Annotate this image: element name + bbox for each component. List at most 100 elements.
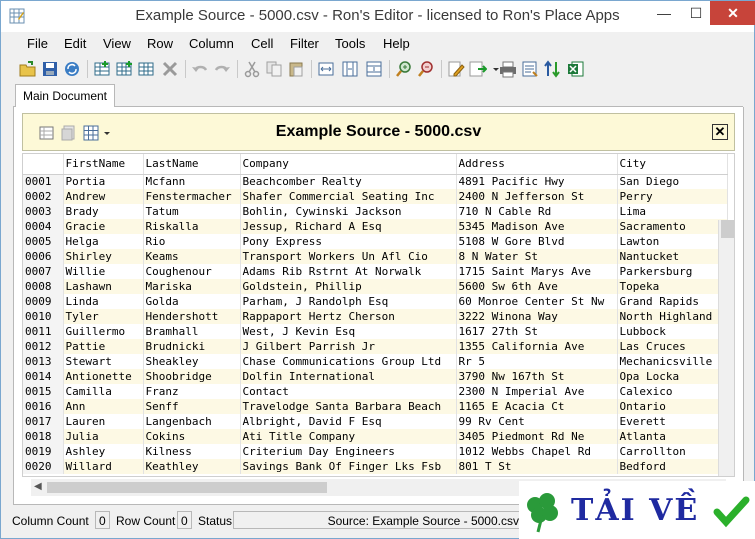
table-cell[interactable]: Antionette	[63, 369, 144, 384]
menu-row[interactable]: Row	[147, 36, 173, 51]
menu-edit[interactable]: Edit	[64, 36, 86, 51]
row-number[interactable]: 0011	[23, 324, 64, 339]
vertical-scrollbar[interactable]	[718, 220, 734, 476]
table-cell[interactable]: Lubbock	[617, 324, 728, 339]
table-cell[interactable]: Shoobridge	[143, 369, 241, 384]
menu-view[interactable]: View	[103, 36, 131, 51]
table-cell[interactable]: 2400 N Jefferson St	[456, 189, 618, 204]
table-cell[interactable]: Everett	[617, 414, 728, 429]
table-cell[interactable]: 5345 Madison Ave	[456, 219, 618, 234]
table-row[interactable]: 0003 Brady Tatum Bohlin, Cywinski Jackson 71…	[23, 204, 728, 219]
fit-rows-icon[interactable]	[365, 60, 383, 78]
table-cell[interactable]: Langenbach	[143, 414, 241, 429]
table-cell[interactable]: Sheakley	[143, 354, 241, 369]
table-cell[interactable]: Kilness	[143, 444, 241, 459]
column-header-city[interactable]: City	[617, 154, 728, 175]
table-cell[interactable]: 710 N Cable Rd	[456, 204, 618, 219]
table-row[interactable]: 0019 Ashley Kilness Criterium Day Engineers…	[23, 444, 728, 459]
table-cell[interactable]: Willie	[63, 264, 144, 279]
save-icon[interactable]	[41, 60, 59, 78]
table-cell[interactable]: Riskalla	[143, 219, 241, 234]
row-number[interactable]: 0017	[23, 414, 64, 429]
table-cell[interactable]: 3405 Piedmont Rd Ne	[456, 429, 618, 444]
table-cell[interactable]: Senff	[143, 399, 241, 414]
table-row[interactable]: 0004 Gracie Riskalla Jessup, Richard A Esq 5…	[23, 219, 728, 234]
fit-width-icon[interactable]	[317, 60, 335, 78]
edit-icon[interactable]	[447, 60, 465, 78]
table-cell[interactable]: San Diego	[617, 174, 728, 189]
table-cell[interactable]: Guillermo	[63, 324, 144, 339]
row-number[interactable]: 0014	[23, 369, 64, 384]
menu-column[interactable]: Column	[189, 36, 234, 51]
table-cell[interactable]: Tatum	[143, 204, 241, 219]
table-cell[interactable]: Brady	[63, 204, 144, 219]
table-cell[interactable]: 4891 Pacific Hwy	[456, 174, 618, 189]
row-number[interactable]: 0001	[23, 174, 64, 189]
table-cell[interactable]: 60 Monroe Center St Nw	[456, 294, 618, 309]
table-cell[interactable]: Grand Rapids	[617, 294, 728, 309]
insert-row-icon[interactable]	[93, 60, 111, 78]
menu-cell[interactable]: Cell	[251, 36, 273, 51]
table-cell[interactable]: Mcfann	[143, 174, 241, 189]
table-cell[interactable]: Parham, J Randolph Esq	[240, 294, 457, 309]
table-cell[interactable]: Ashley	[63, 444, 144, 459]
table-row[interactable]: 0009 Linda Golda Parham, J Randolph Esq 60 M…	[23, 294, 728, 309]
table-row[interactable]: 0011 Guillermo Bramhall West, J Kevin Esq 16…	[23, 324, 728, 339]
row-number[interactable]: 0010	[23, 309, 64, 324]
table-row[interactable]: 0018 Julia Cokins Ati Title Company 3405 Pie…	[23, 429, 728, 444]
row-number[interactable]: 0008	[23, 279, 64, 294]
table-cell[interactable]: Lauren	[63, 414, 144, 429]
row-number[interactable]: 0007	[23, 264, 64, 279]
export-icon[interactable]	[469, 60, 487, 78]
table-cell[interactable]: Portia	[63, 174, 144, 189]
delete-icon[interactable]	[161, 60, 179, 78]
table-cell[interactable]: Willard	[63, 459, 144, 474]
refresh-icon[interactable]	[63, 60, 81, 78]
table-cell[interactable]: 8 N Water St	[456, 249, 618, 264]
row-number[interactable]: 0013	[23, 354, 64, 369]
table-cell[interactable]: Helga	[63, 234, 144, 249]
table-row[interactable]: 0008 Lashawn Mariska Goldstein, Phillip 5600…	[23, 279, 728, 294]
table-row[interactable]: 0002 Andrew Fenstermacher Shafer Commercial…	[23, 189, 728, 204]
close-document-button[interactable]: ✕	[712, 124, 728, 140]
menu-tools[interactable]: Tools	[335, 36, 365, 51]
table-row[interactable]: 0017 Lauren Langenbach Albright, David F Es…	[23, 414, 728, 429]
table-cell[interactable]: Travelodge Santa Barbara Beach	[240, 399, 457, 414]
row-number[interactable]: 0002	[23, 189, 64, 204]
table-row[interactable]: 0010 Tyler Hendershott Rappaport Hertz Cher…	[23, 309, 728, 324]
table-cell[interactable]: Contact	[240, 384, 457, 399]
row-number[interactable]: 0012	[23, 339, 64, 354]
table-cell[interactable]: Keathley	[143, 459, 241, 474]
table-cell[interactable]: North Highland	[617, 309, 728, 324]
grid-icon[interactable]	[137, 60, 155, 78]
table-cell[interactable]: Lima	[617, 204, 728, 219]
cut-icon[interactable]	[243, 60, 261, 78]
table-cell[interactable]: Tyler	[63, 309, 144, 324]
row-number[interactable]: 0009	[23, 294, 64, 309]
table-cell[interactable]: Las Cruces	[617, 339, 728, 354]
row-number[interactable]: 0004	[23, 219, 64, 234]
table-cell[interactable]: Cokins	[143, 429, 241, 444]
table-cell[interactable]: Sacramento	[617, 219, 728, 234]
column-header-address[interactable]: Address	[456, 154, 618, 175]
table-cell[interactable]: Rio	[143, 234, 241, 249]
table-cell[interactable]: Dolfin International	[240, 369, 457, 384]
table-cell[interactable]: 1165 E Acacia Ct	[456, 399, 618, 414]
maximize-button[interactable]: ☐	[681, 1, 711, 25]
table-cell[interactable]: Pattie	[63, 339, 144, 354]
paste-icon[interactable]	[287, 60, 305, 78]
horizontal-scroll-thumb[interactable]	[47, 482, 327, 493]
table-cell[interactable]: Fenstermacher	[143, 189, 241, 204]
table-cell[interactable]: Carrollton	[617, 444, 728, 459]
table-cell[interactable]: Nantucket	[617, 249, 728, 264]
table-cell[interactable]: 2300 N Imperial Ave	[456, 384, 618, 399]
table-row[interactable]: 0016 Ann Senff Travelodge Santa Barbara Bea…	[23, 399, 728, 414]
zoom-out-icon[interactable]	[417, 60, 435, 78]
menu-help[interactable]: Help	[383, 36, 410, 51]
redo-icon[interactable]	[213, 60, 231, 78]
table-cell[interactable]: 1617 27th St	[456, 324, 618, 339]
scroll-left-icon[interactable]: ◀	[34, 481, 42, 492]
table-row[interactable]: 0014 Antionette Shoobridge Dolfin Internati…	[23, 369, 728, 384]
fit-columns-icon[interactable]	[341, 60, 359, 78]
open-icon[interactable]	[19, 60, 37, 78]
